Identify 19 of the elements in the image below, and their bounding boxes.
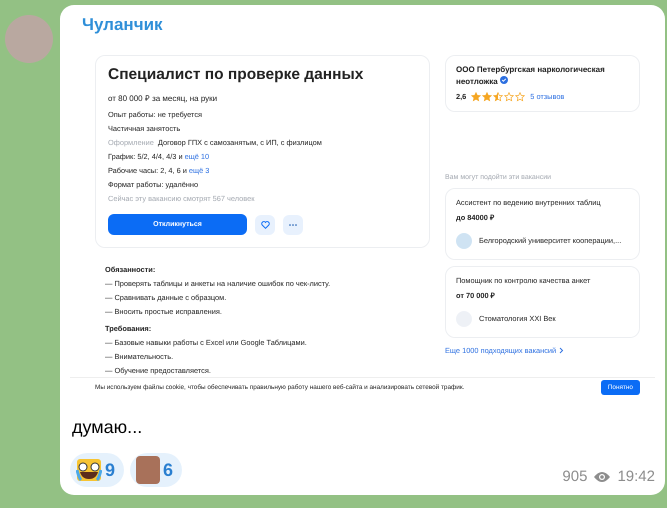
favorite-button[interactable] bbox=[255, 214, 275, 234]
salary-text: от 80 000 ₽ за месяц, на руки bbox=[108, 93, 218, 103]
chevron-icon bbox=[559, 346, 564, 354]
view-count: 905 bbox=[562, 468, 588, 485]
reaction-button[interactable]: 6 bbox=[130, 453, 182, 487]
more-button[interactable] bbox=[283, 214, 303, 234]
heart-icon bbox=[260, 220, 270, 228]
message-time: 19:42 bbox=[617, 468, 655, 485]
company-name[interactable]: ООО Петербургская наркологическая неотложка bbox=[456, 65, 629, 88]
company-logo bbox=[456, 232, 472, 249]
verified-icon bbox=[500, 76, 508, 84]
message-text: думаю... bbox=[72, 417, 142, 438]
eye-icon bbox=[593, 470, 612, 482]
sender-name[interactable]: Чуланчик bbox=[82, 15, 163, 35]
photo-placeholder bbox=[136, 456, 160, 484]
vacancy-title: Специалист по проверке данных bbox=[108, 66, 364, 84]
laughing-emoji-icon bbox=[76, 458, 102, 482]
reaction-button[interactable]: 9 bbox=[70, 453, 124, 487]
avatar[interactable] bbox=[5, 15, 53, 63]
